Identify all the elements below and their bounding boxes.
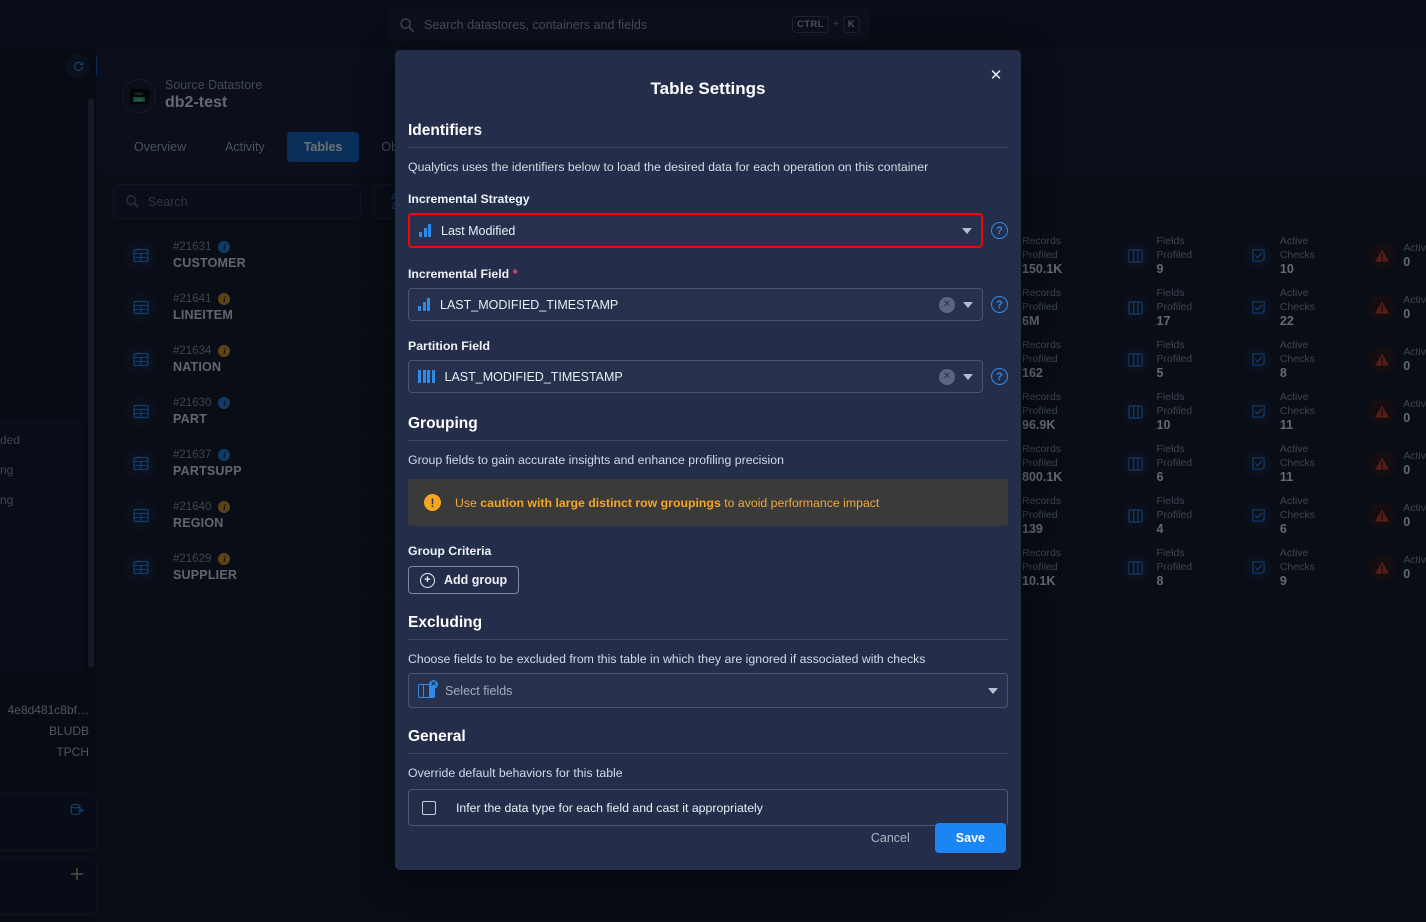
help-icon[interactable]: ? [991,368,1008,385]
add-group-button[interactable]: + Add group [408,566,520,594]
chevron-down-icon [962,227,972,234]
incremental-strategy-row: Last Modified ? [408,213,1008,248]
incremental-strategy-value: Last Modified [441,223,516,238]
incremental-field-value: LAST_MODIFIED_TIMESTAMP [440,297,619,312]
section-heading-excluding: Excluding [408,614,483,631]
table-settings-modal: ✕ Table Settings Identifiers Qualytics u… [395,50,1021,870]
bar-chart-icon [418,298,430,311]
plus-circle-icon: + [420,572,435,588]
identifiers-description: Qualytics uses the identifiers below to … [408,160,929,174]
incremental-field-select[interactable]: LAST_MODIFIED_TIMESTAMP ✕ [408,288,983,321]
section-heading-grouping: Grouping [408,415,478,432]
alert-icon: ! [424,494,441,511]
help-icon[interactable]: ? [991,296,1008,313]
chevron-down-icon [963,301,973,308]
exclude-fields-select[interactable]: ✕ Select fields [408,673,1008,708]
app-root: Search datastores, containers and fields… [0,0,1426,922]
excluding-description: Choose fields to be excluded from this t… [408,652,926,666]
incremental-strategy-label: Incremental Strategy [408,192,530,206]
clear-icon[interactable]: ✕ [939,368,955,385]
partition-field-value: LAST_MODIFIED_TIMESTAMP [444,369,623,384]
divider [408,753,1008,754]
grouping-warning: ! Use caution with large distinct row gr… [408,479,1008,526]
section-heading-general: General [408,728,466,745]
divider [408,639,1008,640]
incremental-field-row: LAST_MODIFIED_TIMESTAMP ✕ ? [408,288,1008,321]
warning-bold: caution with large distinct row grouping… [480,495,721,510]
clear-icon[interactable]: ✕ [939,296,955,313]
chevron-down-icon [988,687,998,694]
section-heading-identifiers: Identifiers [408,122,483,139]
required-asterisk: * [512,266,518,281]
partition-field-row: LAST_MODIFIED_TIMESTAMP ✕ ? [408,360,1008,393]
cancel-button[interactable]: Cancel [858,824,923,852]
save-button[interactable]: Save [934,823,1006,853]
grouping-warning-text: Use caution with large distinct row grou… [455,496,879,510]
general-description: Override default behaviors for this tabl… [408,766,623,780]
excluding-row: ✕ Select fields [408,673,1008,708]
modal-footer: Cancel Save [395,806,1021,870]
help-icon[interactable]: ? [991,222,1008,239]
group-criteria-label: Group Criteria [408,544,492,558]
columns-icon [418,370,435,383]
divider [408,440,1008,441]
incremental-strategy-select[interactable]: Last Modified [408,213,983,248]
modal-title: Table Settings [650,79,766,98]
close-icon[interactable]: ✕ [985,64,1007,86]
incremental-field-label-text: Incremental Field [408,267,510,281]
incremental-field-label: Incremental Field * [408,266,1008,281]
exclude-fields-placeholder: Select fields [445,683,513,698]
add-group-label: Add group [444,573,508,587]
warning-suffix: to avoid performance impact [720,495,880,510]
modal-body: Identifiers Qualytics uses the identifie… [395,122,1021,826]
grouping-description: Group fields to gain accurate insights a… [408,453,784,467]
chevron-down-icon [963,373,973,380]
partition-field-select[interactable]: LAST_MODIFIED_TIMESTAMP ✕ [408,360,983,393]
warning-prefix: Use [455,495,481,510]
bar-chart-icon [419,224,431,237]
divider [408,147,1008,148]
columns-exclude-icon: ✕ [418,679,438,698]
partition-field-label: Partition Field [408,339,490,353]
